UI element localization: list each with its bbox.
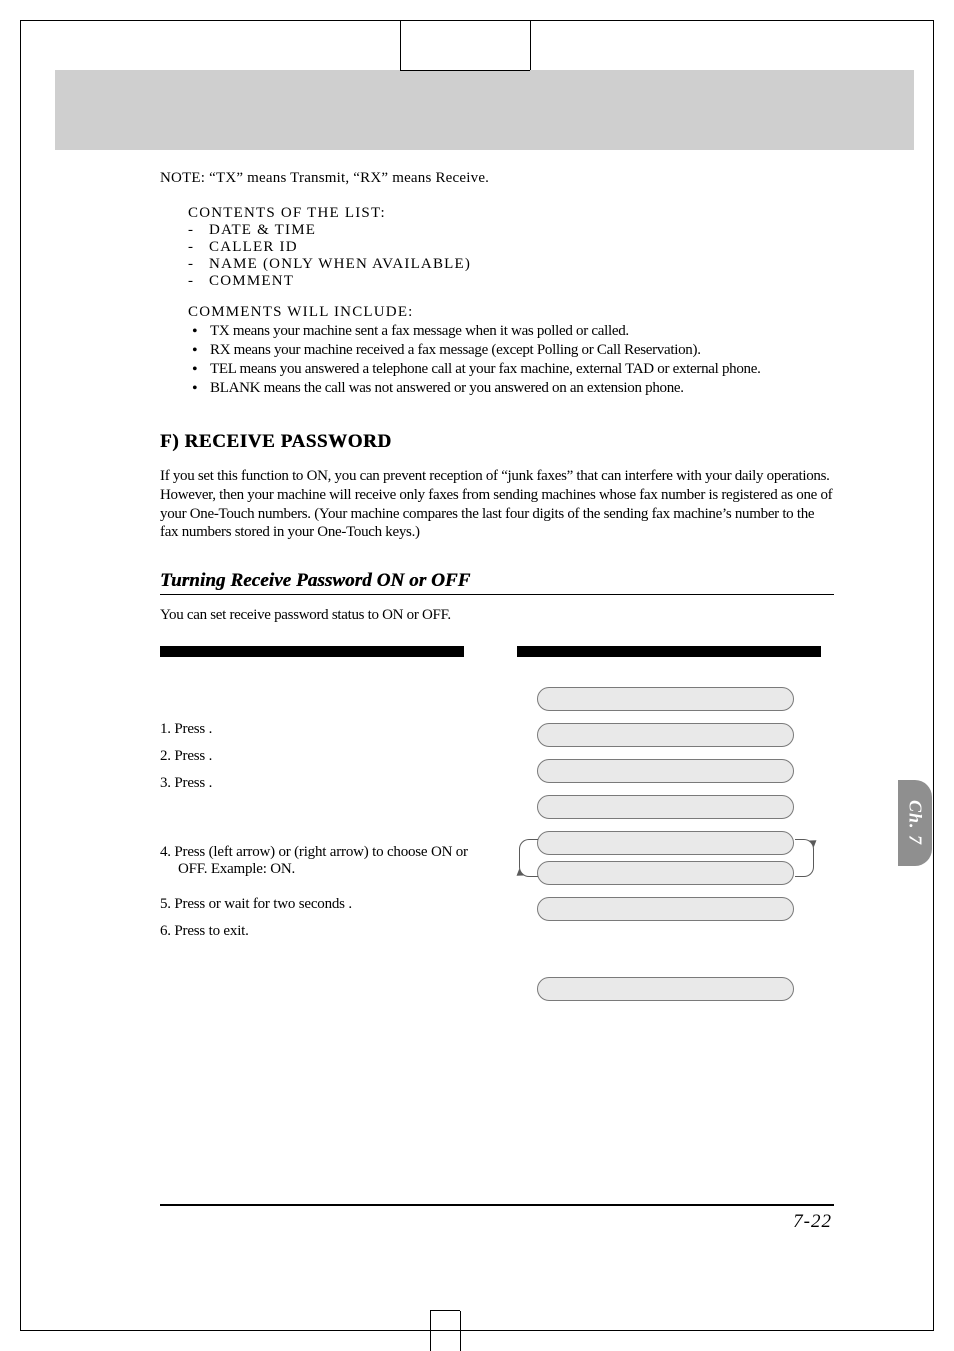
step-5: 5. Press or wait for two seconds . [160,896,477,913]
lcd-display [537,861,794,885]
step-1: 1. Press . [160,721,477,738]
list-item: BLANK means the call was not answered or… [188,380,834,397]
list-item: NAME (ONLY WHEN AVAILABLE) [188,256,834,273]
comments-list: COMMENTS WILL INCLUDE: TX means your mac… [188,304,834,397]
step-2: 2. Press . [160,748,477,765]
display-column [517,646,834,1013]
steps-column: 1. Press . 2. Press . 3. Press . 4. Pres… [160,646,477,1013]
subsection-intro: You can set receive password status to O… [160,607,834,624]
column-header-bar [517,646,821,657]
list-item: RX means your machine received a fax mes… [188,342,834,359]
lcd-display [537,723,794,747]
step-6: 6. Press to exit. [160,923,477,940]
page-number: 7-22 [793,1211,832,1233]
column-header-bar [160,646,464,657]
crop-mark [430,1310,460,1311]
footer-rule [160,1204,834,1206]
contents-of-list: CONTENTS OF THE LIST: DATE & TIME CALLER… [188,205,834,290]
loop-arrow-icon [519,839,538,877]
lcd-display-loop [517,831,834,885]
procedure-table: 1. Press . 2. Press . 3. Press . 4. Pres… [160,646,834,1013]
list-title: CONTENTS OF THE LIST: [188,205,834,222]
step-4: 4. Press (left arrow) or (right arrow) t… [160,844,477,878]
heading-rule [160,594,834,595]
lcd-display [537,977,794,1001]
loop-arrow-icon [795,839,814,877]
lcd-display [537,795,794,819]
lcd-display [537,897,794,921]
section-heading-f: F) RECEIVE PASSWORD [160,431,834,453]
page-content: NOTE: “TX” means Transmit, “RX” means Re… [160,170,834,1013]
lcd-display [537,687,794,711]
header-banner [55,70,914,150]
crop-mark [460,1311,462,1351]
chapter-tab: Ch. 7 [898,780,932,866]
crop-mark [430,1311,432,1351]
list-title: COMMENTS WILL INCLUDE: [188,304,834,321]
note-text: NOTE: “TX” means Transmit, “RX” means Re… [160,170,834,187]
list-item: DATE & TIME [188,222,834,239]
list-item: TX means your machine sent a fax message… [188,323,834,340]
step-3: 3. Press . [160,775,477,792]
crop-mark [400,20,402,70]
list-item: TEL means you answered a telephone call … [188,361,834,378]
list-item: CALLER ID [188,239,834,256]
lcd-display [537,759,794,783]
subsection-heading: Turning Receive Password ON or OFF [160,570,834,592]
section-body: If you set this function to ON, you can … [160,467,834,542]
crop-mark [400,70,530,71]
crop-mark [530,20,532,70]
list-item: COMMENT [188,273,834,290]
lcd-display [537,831,794,855]
